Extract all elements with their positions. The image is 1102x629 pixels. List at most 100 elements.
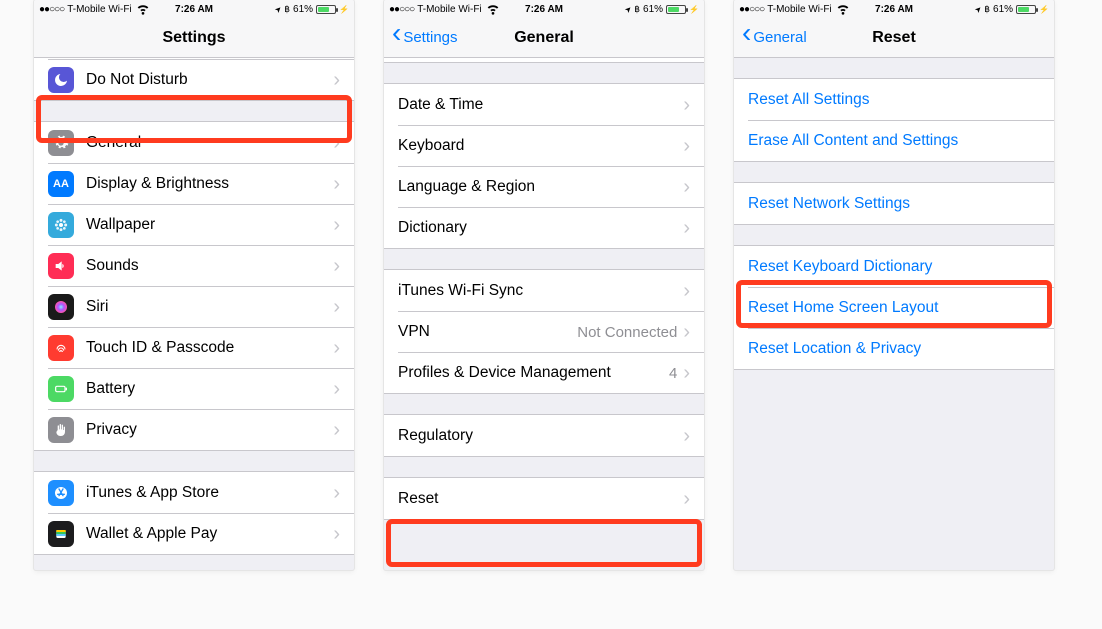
row-label: Dictionary (398, 219, 683, 237)
row-vpn[interactable]: VPN Not Connected (398, 311, 704, 352)
bluetooth-icon (634, 4, 640, 15)
row-label: Date & Time (398, 96, 683, 114)
row-detail: 4 (669, 365, 677, 382)
location-icon (275, 4, 282, 15)
nav-back-label: General (753, 29, 806, 46)
row-profiles[interactable]: Profiles & Device Management 4 (398, 352, 704, 393)
battery-icon (316, 5, 336, 14)
row-label: Touch ID & Passcode (86, 339, 333, 357)
moon-icon (48, 67, 74, 93)
row-siri[interactable]: Siri (48, 286, 354, 327)
row-privacy[interactable]: Privacy (48, 409, 354, 450)
row-reset-keyboard-dictionary[interactable]: Reset Keyboard Dictionary (734, 246, 1054, 287)
reset-list[interactable]: Reset All Settings Erase All Content and… (734, 58, 1054, 570)
screenshot-reset: ●●○○○ T-Mobile Wi-Fi 7:26 AM 61% General… (734, 0, 1054, 570)
signal-dots-icon: ●●○○○ (39, 4, 64, 15)
row-reset[interactable]: Reset (384, 478, 704, 519)
battery-icon (48, 376, 74, 402)
row-display-brightness[interactable]: AA Display & Brightness (48, 163, 354, 204)
row-label: Language & Region (398, 178, 683, 196)
nav-back-label: Settings (403, 29, 457, 46)
signal-dots-icon: ●●○○○ (739, 4, 764, 15)
row-reset-location-privacy[interactable]: Reset Location & Privacy (748, 328, 1054, 369)
text-size-icon: AA (48, 171, 74, 197)
row-label: Reset Home Screen Layout (748, 299, 1040, 317)
carrier-label: T-Mobile Wi-Fi (767, 4, 831, 15)
row-sounds[interactable]: Sounds (48, 245, 354, 286)
nav-back-button[interactable]: General (742, 29, 807, 46)
fingerprint-icon (48, 335, 74, 361)
row-wallpaper[interactable]: Wallpaper (48, 204, 354, 245)
battery-icon (666, 5, 686, 14)
row-itunes-wifi-sync[interactable]: iTunes Wi-Fi Sync (384, 270, 704, 311)
flower-icon (48, 212, 74, 238)
battery-icon (1016, 5, 1036, 14)
row-reset-all-settings[interactable]: Reset All Settings (734, 79, 1054, 120)
clock-label: 7:26 AM (875, 4, 913, 15)
row-dictionary[interactable]: Dictionary (398, 207, 704, 248)
screenshot-general: ●●○○○ T-Mobile Wi-Fi 7:26 AM 61% Setting… (384, 0, 704, 570)
settings-list[interactable]: Do Not Disturb General AA Display & Brig… (34, 58, 354, 570)
row-label: Regulatory (398, 427, 683, 445)
charging-icon (339, 4, 349, 15)
row-date-time[interactable]: Date & Time (384, 84, 704, 125)
row-touch-id[interactable]: Touch ID & Passcode (48, 327, 354, 368)
appstore-icon (48, 480, 74, 506)
row-itunes-appstore[interactable]: iTunes & App Store (34, 472, 354, 513)
carrier-label: T-Mobile Wi-Fi (67, 4, 131, 15)
row-language-region[interactable]: Language & Region (398, 166, 704, 207)
nav-bar: General Reset (734, 18, 1054, 58)
row-label: Privacy (86, 421, 333, 439)
speaker-icon (48, 253, 74, 279)
row-label: iTunes Wi-Fi Sync (398, 282, 683, 300)
row-reset-network-settings[interactable]: Reset Network Settings (734, 183, 1054, 224)
siri-icon (48, 294, 74, 320)
row-label: VPN (398, 323, 577, 341)
row-label: Reset Network Settings (748, 195, 1040, 213)
row-label: Battery (86, 380, 333, 398)
battery-pct-label: 61% (643, 4, 663, 15)
row-do-not-disturb[interactable]: Do Not Disturb (48, 59, 354, 100)
chevron-left-icon (392, 29, 403, 46)
row-label: Wallet & Apple Pay (86, 525, 333, 543)
row-reset-home-screen[interactable]: Reset Home Screen Layout (748, 287, 1054, 328)
location-icon (625, 4, 632, 15)
row-wallet-applepay[interactable]: Wallet & Apple Pay (48, 513, 354, 554)
battery-pct-label: 61% (993, 4, 1013, 15)
row-regulatory[interactable]: Regulatory (384, 415, 704, 456)
row-label: Reset Keyboard Dictionary (748, 258, 1040, 276)
carrier-label: T-Mobile Wi-Fi (417, 4, 481, 15)
bluetooth-icon (284, 4, 290, 15)
row-label: Display & Brightness (86, 175, 333, 193)
charging-icon (689, 4, 699, 15)
gear-icon (48, 130, 74, 156)
row-keyboard[interactable]: Keyboard (398, 125, 704, 166)
clock-label: 7:26 AM (175, 4, 213, 15)
clock-label: 7:26 AM (525, 4, 563, 15)
row-label: General (86, 134, 333, 152)
row-general[interactable]: General (34, 122, 354, 163)
bluetooth-icon (984, 4, 990, 15)
battery-pct-label: 61% (293, 4, 313, 15)
row-label: Profiles & Device Management (398, 364, 669, 382)
status-bar: ●●○○○ T-Mobile Wi-Fi 7:26 AM 61% (384, 0, 704, 18)
nav-bar: Settings (34, 18, 354, 58)
row-label: Erase All Content and Settings (748, 132, 1040, 150)
row-battery[interactable]: Battery (48, 368, 354, 409)
nav-back-button[interactable]: Settings (392, 29, 458, 46)
row-label: Reset (398, 490, 683, 508)
general-list[interactable]: Date & Time Keyboard Language & Region D… (384, 58, 704, 570)
nav-bar: Settings General (384, 18, 704, 58)
row-label: Reset Location & Privacy (748, 340, 1040, 358)
row-erase-all-content[interactable]: Erase All Content and Settings (748, 120, 1054, 161)
row-label: Siri (86, 298, 333, 316)
screenshot-settings: ●●○○○ T-Mobile Wi-Fi 7:26 AM 61% Setting… (34, 0, 354, 570)
hand-icon (48, 417, 74, 443)
wifi-icon (135, 0, 151, 19)
row-label: Reset All Settings (748, 91, 1040, 109)
nav-title: Settings (34, 29, 354, 47)
row-label: Wallpaper (86, 216, 333, 234)
status-bar: ●●○○○ T-Mobile Wi-Fi 7:26 AM 61% (734, 0, 1054, 18)
wallet-icon (48, 521, 74, 547)
row-detail: Not Connected (577, 324, 677, 341)
